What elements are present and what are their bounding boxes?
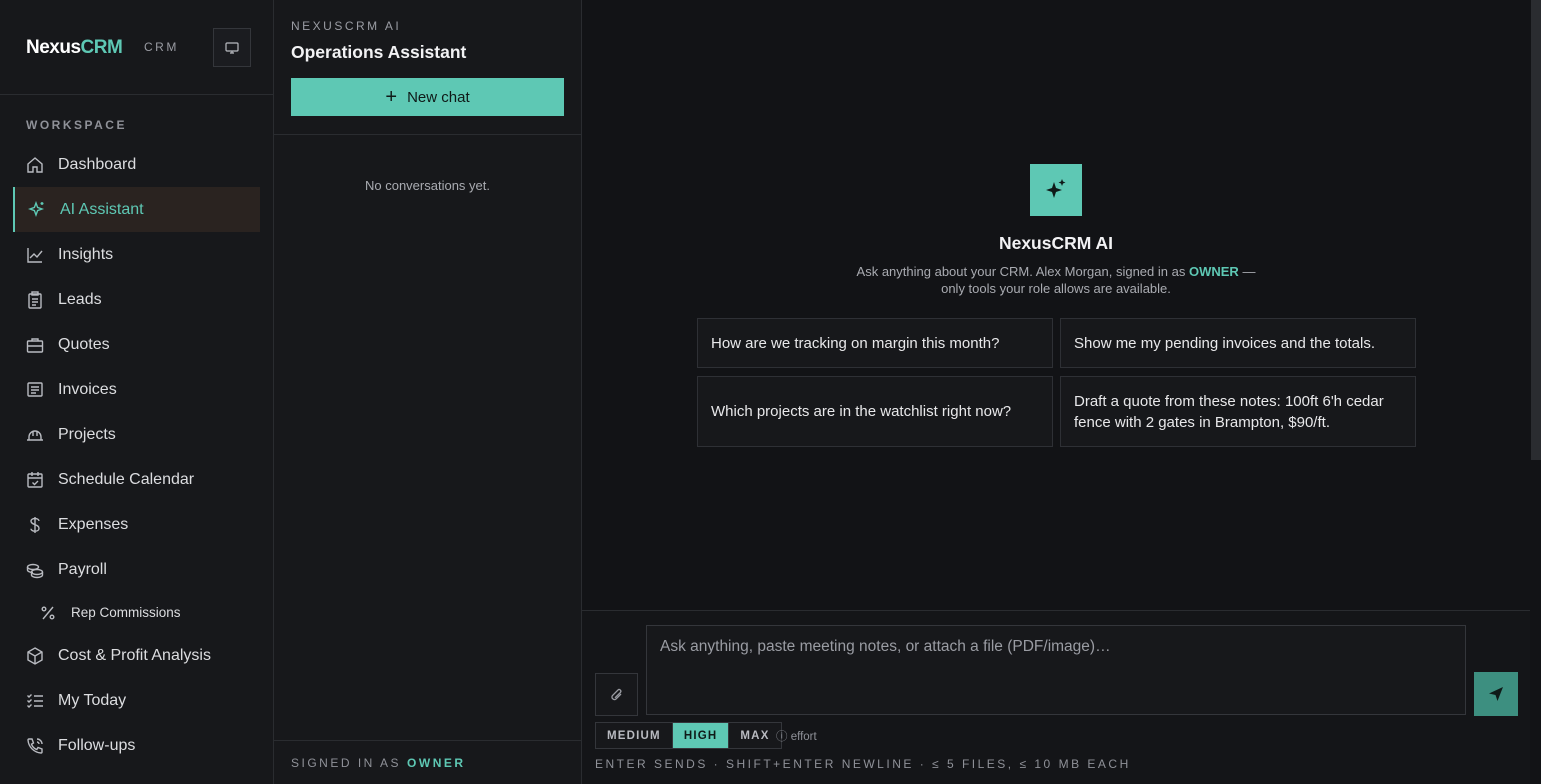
sidebar-nav: Dashboard AI Assistant Insights Leads Qu… xyxy=(0,142,273,768)
percent-icon xyxy=(40,604,56,622)
briefcase-icon xyxy=(26,336,44,354)
sidebar-item-label: Leads xyxy=(58,290,102,308)
sidebar-item-invoices[interactable]: Invoices xyxy=(0,367,273,412)
suggestion-chip[interactable]: How are we tracking on margin this month… xyxy=(697,318,1053,368)
composer: MEDIUM HIGH MAX ⓘ effort ENTER SENDS · S… xyxy=(582,610,1530,784)
empty-conversations-text: No conversations yet. xyxy=(364,178,490,193)
sidebar-item-insights[interactable]: Insights xyxy=(0,232,273,277)
box-icon xyxy=(26,646,44,665)
dollar-icon xyxy=(26,516,44,534)
subtitle-text: Ask anything about your CRM. Alex Morgan… xyxy=(856,264,1186,279)
sidebar-item-label: Rep Commissions xyxy=(71,605,181,620)
sidebar-item-label: Expenses xyxy=(58,515,129,533)
sidebar-item-schedule-calendar[interactable]: Schedule Calendar xyxy=(0,457,273,502)
phone-icon xyxy=(26,737,44,755)
message-input[interactable] xyxy=(646,625,1466,715)
attach-button[interactable] xyxy=(595,673,638,716)
sidebar-item-ai-assistant[interactable]: AI Assistant xyxy=(13,187,260,232)
display-toggle-button[interactable] xyxy=(213,28,251,67)
clipboard-icon xyxy=(26,290,44,309)
sidebar-item-leads[interactable]: Leads xyxy=(0,277,273,322)
coins-icon xyxy=(26,561,44,579)
sidebar-item-label: Insights xyxy=(58,245,114,263)
signed-in-label: SIGNED IN AS xyxy=(291,755,402,770)
new-chat-button[interactable]: + New chat xyxy=(291,78,564,116)
effort-info[interactable]: ⓘ effort xyxy=(776,728,817,744)
section-label-workspace: WORKSPACE xyxy=(26,118,127,132)
signed-in-footer: SIGNED IN AS OWNER xyxy=(274,740,581,784)
suggestion-chip[interactable]: Which projects are in the watchlist righ… xyxy=(697,376,1053,447)
subtitle-role: OWNER xyxy=(1188,264,1239,279)
conversation-panel: NEXUSCRM AI Operations Assistant + New c… xyxy=(274,0,582,784)
sidebar-item-label: Payroll xyxy=(58,560,107,578)
sidebar-item-label: Cost & Profit Analysis xyxy=(58,646,211,664)
scrollbar[interactable] xyxy=(1531,0,1541,460)
send-button[interactable] xyxy=(1474,672,1518,716)
ai-badge xyxy=(1030,164,1082,216)
sidebar-item-cost-profit-analysis[interactable]: Cost & Profit Analysis xyxy=(0,633,273,678)
sidebar-item-label: AI Assistant xyxy=(60,200,144,218)
assistant-title: NexusCRM AI xyxy=(998,233,1114,253)
sidebar-item-dashboard[interactable]: Dashboard xyxy=(0,142,273,187)
panel-eyebrow: NEXUSCRM AI xyxy=(291,19,402,33)
signed-in-role: OWNER xyxy=(407,755,466,770)
composer-hint: ENTER SENDS · SHIFT+ENTER NEWLINE · ≤ 5 … xyxy=(595,757,1131,771)
sidebar-item-payroll[interactable]: Payroll xyxy=(0,547,273,592)
effort-option-high[interactable]: HIGH xyxy=(672,723,730,748)
paperclip-icon xyxy=(610,688,621,700)
panel-title: Operations Assistant xyxy=(291,42,467,62)
sidebar-item-label: Follow-ups xyxy=(58,736,136,754)
sidebar-item-quotes[interactable]: Quotes xyxy=(0,322,273,367)
effort-selector: MEDIUM HIGH MAX xyxy=(595,722,782,749)
send-icon xyxy=(1489,687,1503,701)
sidebar-item-label: Dashboard xyxy=(58,155,137,173)
effort-option-medium[interactable]: MEDIUM xyxy=(596,723,673,748)
sidebar-item-expenses[interactable]: Expenses xyxy=(0,502,273,547)
suggestion-chip[interactable]: Show me my pending invoices and the tota… xyxy=(1060,318,1416,368)
sidebar-item-label: Invoices xyxy=(58,380,117,398)
new-chat-label: New chat xyxy=(407,88,470,106)
conversation-panel-header: NEXUSCRM AI Operations Assistant + New c… xyxy=(274,0,581,135)
sparkle-icon xyxy=(28,200,46,219)
effort-option-max[interactable]: MAX xyxy=(729,723,781,748)
sidebar-item-follow-ups[interactable]: Follow-ups xyxy=(0,723,273,768)
sidebar-item-rep-commissions[interactable]: Rep Commissions xyxy=(0,592,273,633)
sidebar: NexusCRM CRM WORKSPACE Dashboard AI Assi… xyxy=(0,0,274,784)
crm-tag: CRM xyxy=(144,40,179,54)
chart-line-icon xyxy=(26,246,44,264)
sidebar-item-label: Quotes xyxy=(58,335,110,353)
monitor-icon xyxy=(225,41,239,54)
suggestion-chip[interactable]: Draft a quote from these notes: 100ft 6'… xyxy=(1060,376,1416,447)
sidebar-item-label: Projects xyxy=(58,425,116,443)
checklist-icon xyxy=(26,692,44,710)
sidebar-item-label: My Today xyxy=(58,691,127,709)
hardhat-icon xyxy=(26,426,44,444)
plus-icon: + xyxy=(385,86,398,108)
chat-main: NexusCRM AI Ask anything about your CRM.… xyxy=(582,0,1541,784)
logo[interactable]: NexusCRM xyxy=(26,37,123,59)
brand-header: NexusCRM CRM xyxy=(0,0,273,95)
receipt-icon xyxy=(26,381,44,399)
sidebar-item-projects[interactable]: Projects xyxy=(0,412,273,457)
assistant-subtitle: Ask anything about your CRM. Alex Morgan… xyxy=(856,263,1256,297)
sidebar-item-label: Schedule Calendar xyxy=(58,470,195,488)
sidebar-item-my-today[interactable]: My Today xyxy=(0,678,273,723)
calendar-icon xyxy=(26,471,44,489)
home-icon xyxy=(26,156,44,174)
sparkle-icon xyxy=(1046,179,1066,198)
